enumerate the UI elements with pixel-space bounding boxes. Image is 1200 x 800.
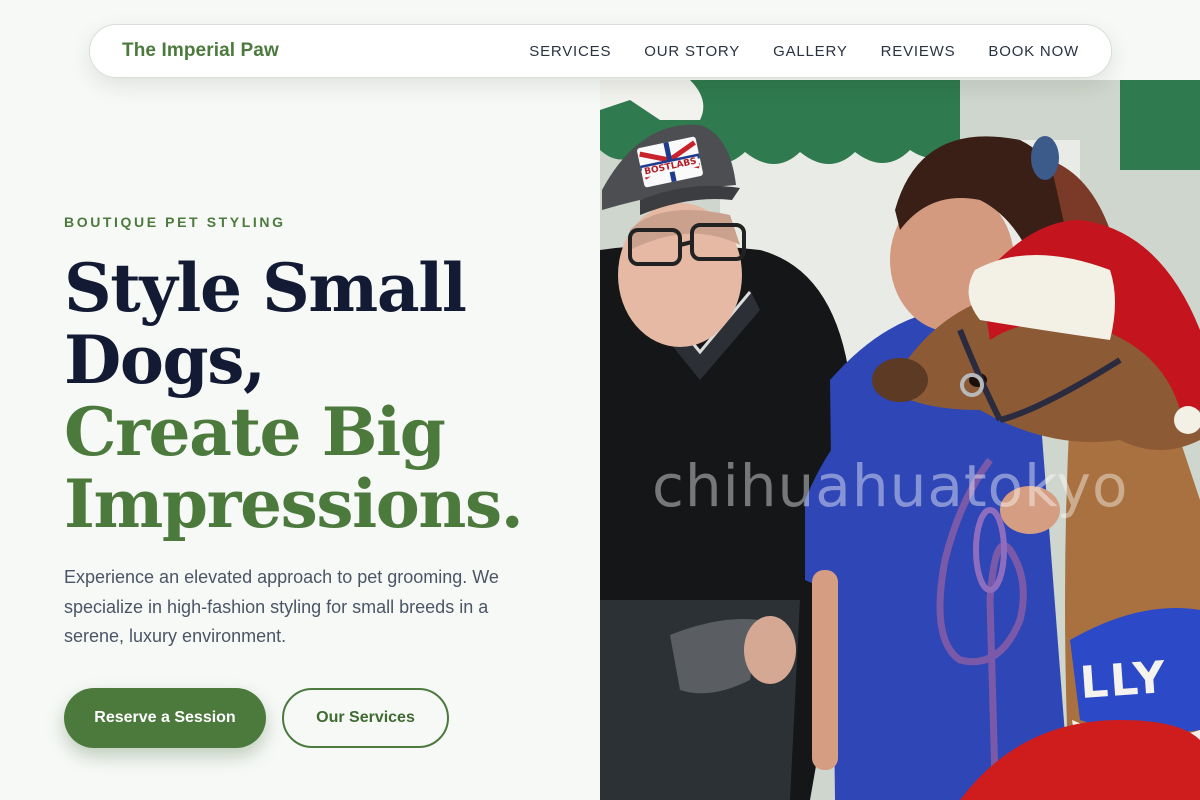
nav-link-services[interactable]: SERVICES — [529, 43, 611, 60]
headline-line-1: Style Small — [64, 249, 467, 327]
headline-line-2: Dogs, — [64, 321, 266, 399]
brand-logo[interactable]: The Imperial Paw — [122, 40, 279, 62]
top-nav: The Imperial Paw SERVICES OUR STORY GALL… — [89, 24, 1112, 78]
nav-link-gallery[interactable]: GALLERY — [773, 43, 848, 60]
watermark: chihuahuatokyo — [652, 452, 1129, 520]
hero-lead: Experience an elevated approach to pet g… — [64, 567, 499, 646]
sweater-lettering: LLY — [1078, 652, 1169, 709]
nav-link-reviews[interactable]: REVIEWS — [881, 43, 956, 60]
our-services-button[interactable]: Our Services — [282, 688, 449, 748]
nav-link-book-now[interactable]: BOOK NOW — [988, 43, 1079, 60]
reserve-session-button[interactable]: Reserve a Session — [64, 688, 266, 748]
hero-headline: Style Small Dogs, Create Big Impressions… — [64, 252, 584, 540]
nav-links: SERVICES OUR STORY GALLERY REVIEWS BOOK … — [529, 43, 1079, 60]
headline-line-4: Impressions. — [64, 465, 524, 543]
hero-eyebrow: BOUTIQUE PET STYLING — [64, 214, 286, 230]
hero-photo: LLY BOSTLABS chihuahuatokyo — [600, 80, 1200, 800]
nav-link-our-story[interactable]: OUR STORY — [644, 43, 740, 60]
headline-line-3: Create Big — [64, 393, 446, 471]
